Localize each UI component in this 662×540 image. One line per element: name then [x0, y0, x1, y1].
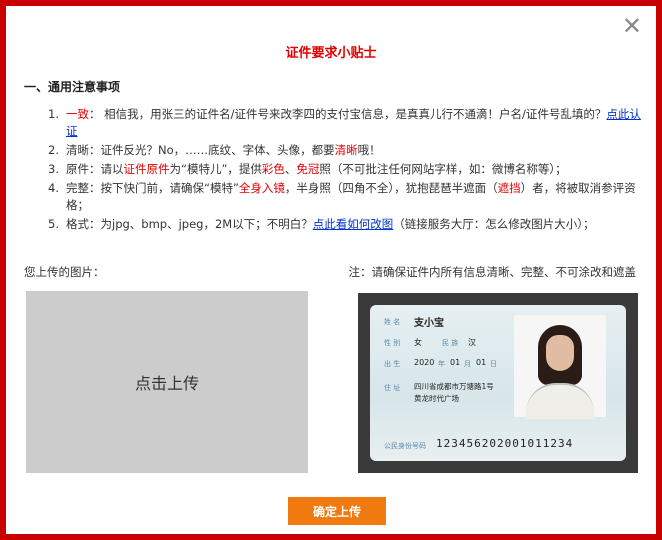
section-title: 一、通用注意事项	[24, 80, 121, 94]
rule-text: 完整：按下快门前，请确保“模特”	[66, 181, 239, 195]
upload-area-text: 点击上传	[134, 374, 199, 393]
card-birth-label: 出 生	[384, 360, 401, 368]
note-label: 注：请确保证件内所有信息清晰、完整、不可涂改和遮盖	[348, 265, 637, 279]
rule-item: 1. 一致： 相信我，用张三的证件名/证件号来改李四的支付宝信息，是真真儿行不通滴…	[44, 106, 648, 140]
highlight-text: 一致	[66, 107, 89, 121]
rule-text: ： 相信我，用张三的证件名/证件号来改李四的支付宝信息，是真真儿行不通滴！户名/…	[89, 107, 607, 121]
close-icon[interactable]: ✕	[622, 14, 642, 38]
rule-text: 照（不可批注任何网站字样，如：微博名称等）；	[319, 162, 567, 176]
card-address-line2: 黄龙时代广场	[414, 394, 459, 403]
highlight-text: 彩色	[261, 162, 285, 176]
confirm-upload-button[interactable]: 确定上传	[288, 497, 386, 525]
card-birth-month-unit: 月	[464, 360, 471, 368]
rule-number: 5.	[48, 217, 59, 231]
card-ethnicity: 汉	[468, 338, 476, 347]
card-birth-month: 01	[450, 358, 461, 367]
rule-item: 3. 原件：请以证件原件为“模特儿”，提供彩色、免冠照（不可批注任何网站字样，如：…	[44, 161, 648, 178]
card-ethnicity-label: 民 族	[442, 339, 459, 347]
card-gender: 女	[414, 338, 422, 347]
upload-area[interactable]: 点击上传	[26, 291, 308, 473]
card-portrait	[514, 315, 606, 419]
dialog-frame: ✕ 证件要求小贴士 一、通用注意事项 1. 一致： 相信我，用张三的证件名/证件号…	[0, 0, 662, 540]
rule-item: 2. 清晰：证件反光？No，……底纹、字体、头像，都要清晰哦！	[44, 142, 648, 159]
highlight-text: 清晰	[334, 143, 358, 157]
highlight-text: 证件原件	[123, 162, 170, 176]
card-birth-year-unit: 年	[438, 360, 445, 368]
card-gender-label: 性 别	[384, 339, 401, 347]
card-name: 支小宝	[414, 318, 444, 329]
rule-item: 5. 格式：为jpg、bmp、jpeg，2M以下；不明白？点此看如何改图（链接服务…	[44, 216, 648, 233]
rule-number: 2.	[48, 143, 59, 157]
card-id-number: 123456202001011234	[436, 437, 574, 450]
rule-text: 哦！	[357, 143, 381, 157]
highlight-text: 遮挡	[497, 181, 521, 195]
card-address-line1: 四川省成都市万塘路1号	[414, 382, 494, 391]
rule-text: 原件：请以	[66, 162, 124, 176]
rules-list: 1. 一致： 相信我，用张三的证件名/证件号来改李四的支付宝信息，是真真儿行不通滴…	[44, 106, 648, 235]
card-id-label: 公民身份号码	[384, 442, 426, 450]
highlight-text: 免冠	[296, 162, 320, 176]
card-birth-day-unit: 日	[490, 360, 497, 368]
rule-text: 、	[284, 162, 297, 176]
card-address-label: 住 址	[384, 384, 401, 392]
rule-item: 4. 完整：按下快门前，请确保“模特”全身入镜，半身照（四角不全），犹抱琵琶半遮面…	[44, 180, 648, 214]
upload-label: 您上传的图片：	[24, 265, 105, 279]
card-birth-year: 2020	[414, 358, 435, 367]
rule-text: （链接服务大厅：怎么修改图片大小）；	[393, 217, 595, 231]
rule-number: 3.	[48, 162, 59, 176]
sample-id-card-image: 姓 名 支小宝 性 别 女 民 族 汉 出 生 2020 年 01 月 01 日…	[358, 293, 638, 473]
card-birth-day: 01	[476, 358, 487, 367]
rule-link[interactable]: 点此看如何改图	[313, 217, 394, 231]
rule-text: 格式：为jpg、bmp、jpeg，2M以下；不明白？	[66, 217, 313, 231]
dialog-title: 证件要求小贴士	[285, 46, 377, 61]
rule-text: ，半身照（四角不全），犹抱琵琶半遮面（	[284, 181, 498, 195]
rule-text: 清晰：证件反光？No，……底纹、字体、头像，都要	[66, 143, 335, 157]
id-card: 姓 名 支小宝 性 别 女 民 族 汉 出 生 2020 年 01 月 01 日…	[370, 305, 626, 461]
highlight-text: 全身入镜	[238, 181, 285, 195]
rule-number: 1.	[48, 107, 59, 121]
card-name-label: 姓 名	[384, 318, 401, 326]
rule-text: 为“模特儿”，提供	[169, 162, 262, 176]
rule-number: 4.	[48, 181, 59, 195]
